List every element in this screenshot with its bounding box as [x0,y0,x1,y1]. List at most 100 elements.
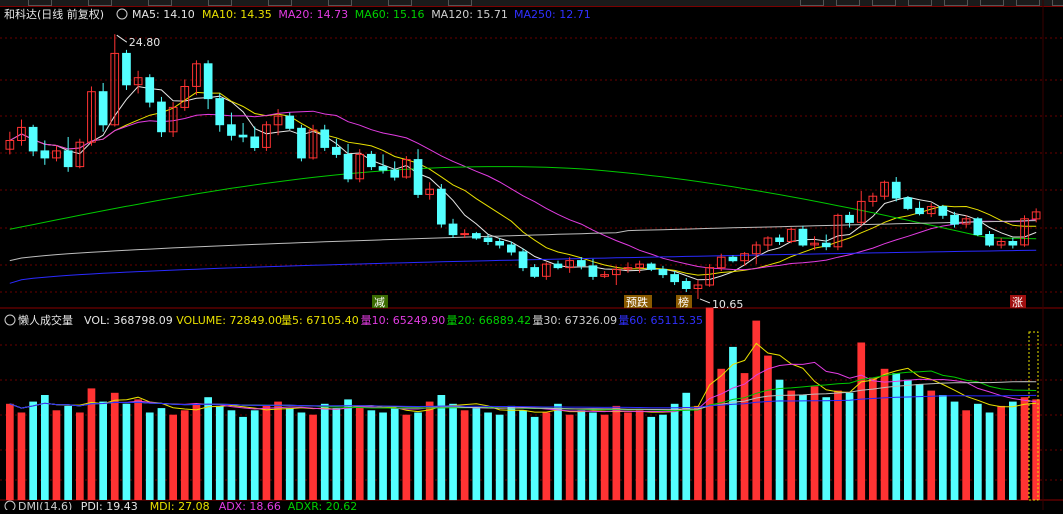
volume-bar-down [449,403,457,501]
volume-bar-down [985,412,994,500]
volume-bar-up [87,388,96,500]
candle-down [588,265,598,277]
volume-legend-label: VOLUME: 72849.00 [176,314,282,327]
dmi-legend-label: ADX: 18.66 [219,500,281,510]
candle-down [973,218,983,236]
volume-bar-up [134,399,142,500]
candle-down [518,251,528,269]
volume-bar-up [565,414,574,500]
volume-bar-up [169,414,177,500]
volume-legend-label: 量30: 67326.09 [532,314,617,327]
volume-bar-down [974,403,982,501]
candle-down [98,91,108,126]
candle-down [483,237,493,242]
volume-bar-up [110,392,119,500]
volume-bar-up [962,410,970,500]
volume-bar-down [519,410,527,500]
ma60-line [9,166,1037,240]
ma-legend-label: MA250: 12.71 [514,8,591,21]
min-price-label: 10.65 [712,298,744,311]
ma-legend-label: MA5: 14.10 [132,8,195,21]
volume-bar-down [344,399,352,500]
volume-bar-down [577,410,586,500]
stock-chart-svg: 24.80 10.65 减 预跌 榜 涨 和科达(日线 前复权) MA5: 14.10 MA10… [0,0,1063,513]
volume-bar-up [764,355,772,500]
candle-down [985,234,994,246]
volume-bar-down [41,395,49,500]
volume-bar-down [845,392,854,500]
candle-down [891,181,901,199]
candle-down [646,263,656,270]
volume-legend-label: 量10: 65249.90 [361,314,446,327]
candle-down [215,98,225,126]
volume-bar-up [542,412,551,500]
volume-bar-up [635,410,644,500]
volume-bar-down [332,408,341,500]
volume-bar-up [869,377,877,500]
volume-bar-up [810,386,819,501]
max-price-label: 24.80 [129,36,161,49]
event-marker-label: 榜 [678,295,689,309]
volume-bar-down [1009,401,1017,500]
candle-down [681,281,691,289]
volume-bar-up [717,368,726,501]
candle-down [238,134,248,138]
volume-bar-down [904,379,912,500]
volume-legend-label: 量5: 67105.40 [281,314,359,327]
volume-bar-up [624,412,632,500]
candle-down [495,241,504,246]
ma20-line [9,110,1037,271]
volume-bar-up [1020,397,1029,500]
candle-down [938,206,948,216]
volume-legend-label: 量60: 65115.35 [618,314,703,327]
candle-down [28,126,38,152]
ma-legend-label: MA20: 14.73 [278,8,348,21]
candle-down [577,260,586,267]
volume-bar-up [460,410,469,500]
volume-bar-up [705,307,714,500]
volume-bar-down [589,412,597,500]
volume-bar-down [659,414,667,500]
volume-bar-down [145,412,154,500]
volume-bar-down [297,412,306,500]
dmi-legend-label: MDI: 27.08 [150,500,210,510]
volume-bar-down [472,408,481,500]
candle-down [553,263,563,269]
volume-bar-down [29,401,37,500]
volume-bar-down [414,412,422,500]
volume-bar-down [822,397,831,500]
volume-bar-up [740,373,749,500]
candle-down [227,124,236,136]
candle-down [250,136,260,148]
event-marker-label: 预跌 [626,295,648,309]
volume-bar-down [915,384,924,500]
candle-down [472,233,481,239]
candle-down [530,267,539,277]
event-marker-label: 涨 [1012,296,1023,309]
volume-bar-up [262,405,271,500]
volume-bar-down [484,412,492,500]
candle-down [413,159,423,195]
candle-down [157,101,166,133]
volume-bar-down [507,405,516,500]
candle-down [378,166,388,171]
candle-down [821,242,831,248]
volume-bar-down [204,397,212,500]
volume-bar-up [17,412,26,500]
indicator-settings-icon [116,8,128,20]
volume-bar-down [215,405,224,500]
volume-bar-up [76,412,84,500]
event-marker-label: 减 [374,296,385,309]
candle-down [390,169,400,178]
volume-bar-down [799,395,807,500]
candle-down [367,153,376,168]
min-pointer [699,298,711,304]
volume-bar-down [554,403,562,501]
volume-settings-icon [4,314,16,326]
candle-down [203,63,213,100]
candle-down [507,244,516,253]
volume-bar-up [52,410,61,500]
volume-bar-down [437,395,446,500]
volume-bar-down [320,403,329,501]
volume-bar-up [787,390,796,500]
